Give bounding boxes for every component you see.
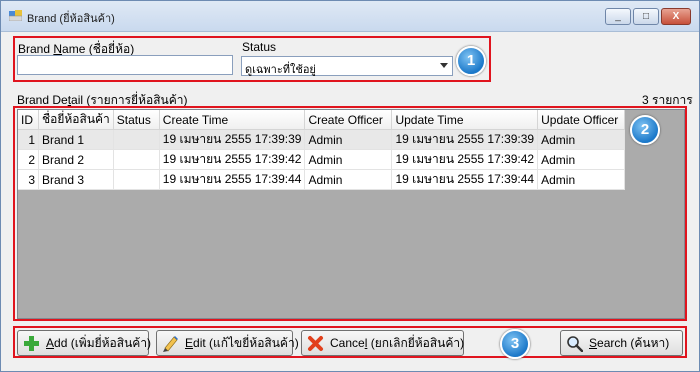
window-title: Brand (ยี่ห้อสินค้า) (27, 13, 115, 25)
chevron-down-icon[interactable] (440, 63, 448, 68)
minimize-button[interactable]: _ (605, 8, 631, 25)
add-button[interactable]: Add (เพิ่มยี่ห้อสินค้า) (17, 330, 151, 356)
close-button[interactable]: X (661, 8, 691, 25)
cancel-button[interactable]: Cancel (ยกเลิกยี่ห้อสินค้า) (301, 330, 464, 356)
app-icon (9, 10, 22, 21)
callout-badge-3: 3 (500, 329, 530, 359)
brand-name-input[interactable] (17, 55, 233, 75)
magnifier-icon (567, 336, 583, 352)
title-bar[interactable]: Brand (ยี่ห้อสินค้า) _ □ X (1, 1, 699, 32)
status-selected-value: ดูเฉพาะที่ใช้อยู่ (245, 64, 316, 76)
pencil-icon (163, 336, 178, 352)
search-button[interactable]: Search (ค้นหา) (560, 330, 683, 356)
maximize-button[interactable]: □ (633, 8, 659, 25)
edit-button[interactable]: Edit (แก้ไขยี่ห้อสินค้า) (156, 330, 299, 356)
status-label: Status (242, 40, 277, 54)
callout-badge-1: 1 (456, 46, 486, 76)
x-icon (308, 336, 323, 351)
status-select[interactable]: ดูเฉพาะที่ใช้อยู่ (241, 56, 453, 76)
callout-badge-2: 2 (630, 115, 660, 145)
brand-window: Brand (ยี่ห้อสินค้า) _ □ X Brand Name (ช… (0, 0, 700, 372)
grid-region-highlight (13, 106, 687, 321)
plus-icon (24, 336, 39, 351)
